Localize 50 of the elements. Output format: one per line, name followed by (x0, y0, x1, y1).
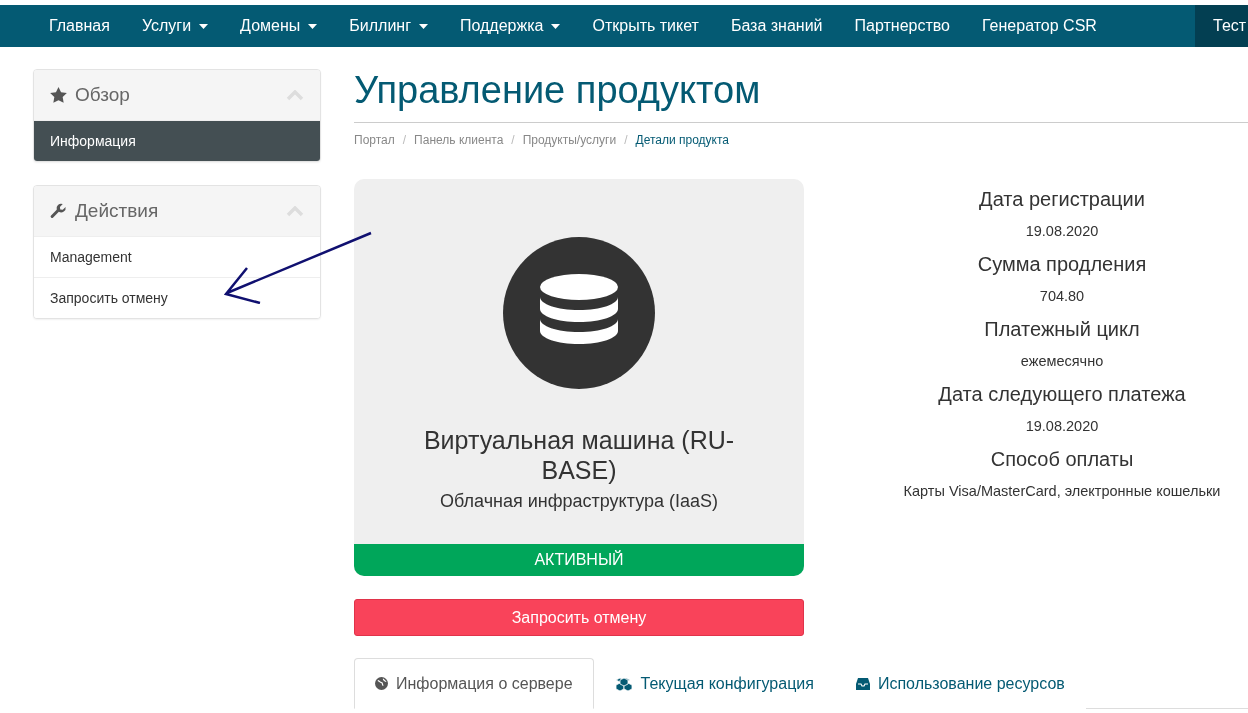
nav-link[interactable]: Биллинг (333, 5, 444, 47)
panel-title: Обзор (75, 84, 131, 106)
star-icon (50, 87, 67, 103)
product-group: Облачная инфраструктура (IaaS) (440, 491, 718, 512)
sidebar-item[interactable]: Запросить отмену (34, 277, 320, 318)
caret-icon (551, 23, 561, 29)
detail-value: ежемесячно (1020, 352, 1104, 371)
breadcrumb-link[interactable]: Панель клиента (414, 133, 504, 147)
detail-label: Платежный цикл (984, 317, 1140, 342)
detail-label: Дата регистрации (979, 187, 1145, 212)
caret-icon (308, 23, 318, 29)
nav-link[interactable]: Открыть тикет (576, 5, 715, 47)
detail-label: Способ оплаты (990, 447, 1134, 472)
breadcrumb-separator: / (511, 133, 515, 147)
nav-link[interactable]: Домены (224, 5, 334, 47)
status-bar: АКТИВНЫЙ (354, 544, 804, 576)
breadcrumb-separator: / (624, 133, 628, 147)
breadcrumb-separator: / (402, 133, 407, 147)
nav-link[interactable]: Главная (33, 5, 126, 47)
sidebar-item[interactable]: Информация (34, 120, 320, 161)
tab[interactable]: Информация о сервере (354, 658, 594, 709)
nav-link[interactable]: Генератор CSR (966, 5, 1113, 47)
account-menu[interactable]: Тест (1195, 5, 1248, 47)
chevron-up-icon[interactable] (286, 205, 304, 217)
product-name: Виртуальная машина (RU-BASE) (422, 425, 736, 485)
sidebar-item[interactable]: Management (34, 236, 320, 277)
breadcrumb-link[interactable]: Продукты/услуги (522, 133, 617, 147)
cubes-icon (614, 676, 633, 692)
caret-icon (199, 23, 209, 29)
cancel-request-button[interactable]: Запросить отмену (354, 599, 804, 636)
panel-title: Действия (75, 200, 160, 222)
detail-value: 19.08.2020 (1025, 222, 1099, 241)
chevron-up-icon[interactable] (286, 89, 304, 101)
breadcrumb-link[interactable]: Детали продукта (635, 133, 729, 147)
wrench-icon (50, 202, 67, 220)
detail-value: 19.08.2020 (1025, 417, 1099, 436)
detail-label: Дата следующего платежа (938, 382, 1186, 407)
nav-link[interactable]: Партнерство (838, 5, 966, 47)
nav-link[interactable]: База знаний (714, 5, 839, 47)
breadcrumb-link[interactable]: Портал (354, 133, 395, 147)
nav-link[interactable]: Услуги (125, 5, 225, 47)
page-title: Управление продуктом (354, 69, 1248, 123)
database-icon (503, 237, 655, 389)
caret-icon (419, 23, 428, 29)
inbox-icon (855, 678, 870, 690)
detail-value: 704.80 (1039, 287, 1085, 306)
globe-icon (375, 677, 388, 690)
nav-link[interactable]: Поддержка (444, 5, 577, 47)
detail-value: Карты Visa/MasterCard, электронные кошельки (903, 482, 1221, 501)
detail-label: Сумма продления (977, 252, 1147, 277)
